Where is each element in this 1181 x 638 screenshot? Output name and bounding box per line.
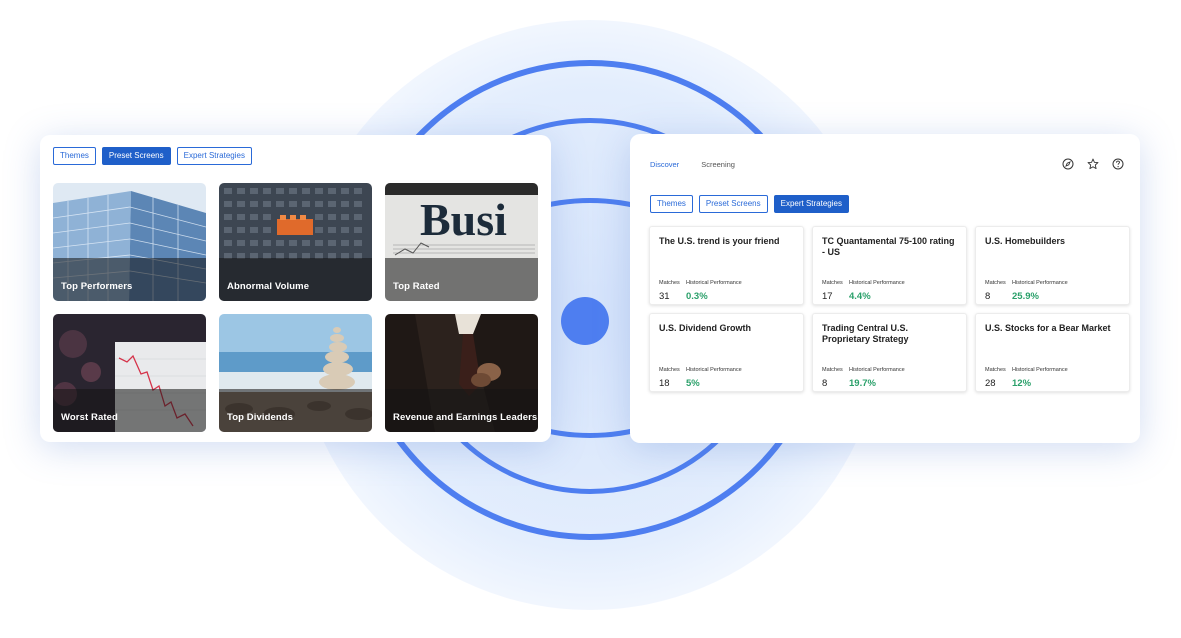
strategy-card[interactable]: The U.S. trend is your friend Matches Hi… bbox=[649, 226, 804, 305]
performance-value: 4.4% bbox=[849, 291, 871, 302]
tile-label: Top Performers bbox=[61, 281, 133, 292]
preset-tabs: Themes Preset Screens Expert Strategies bbox=[53, 147, 252, 165]
matches-label: Matches bbox=[659, 367, 680, 373]
tab-expert-strategies[interactable]: Expert Strategies bbox=[773, 195, 849, 213]
strategy-title: U.S. Dividend Growth bbox=[659, 323, 752, 333]
star-icon[interactable] bbox=[1087, 158, 1099, 170]
expert-tabs: Themes Preset Screens Expert Strategies bbox=[650, 195, 849, 213]
tab-expert-strategies[interactable]: Expert Strategies bbox=[176, 147, 252, 165]
performance-value: 5% bbox=[686, 378, 700, 389]
matches-value: 18 bbox=[659, 378, 670, 389]
matches-value: 17 bbox=[822, 291, 833, 302]
svg-text:Busi: Busi bbox=[420, 194, 507, 245]
performance-label: Historical Performance bbox=[686, 367, 742, 373]
tile-revenue-earnings-leaders[interactable]: Revenue and Earnings Leaders bbox=[385, 314, 538, 432]
tile-label: Top Dividends bbox=[227, 412, 294, 423]
strategy-card[interactable]: U.S. Dividend Growth Matches Historical … bbox=[649, 313, 804, 392]
help-icon[interactable] bbox=[1112, 158, 1124, 170]
strategy-title: Trading Central U.S. Proprietary Strateg… bbox=[822, 323, 909, 344]
performance-label: Historical Performance bbox=[849, 280, 905, 286]
matches-label: Matches bbox=[659, 280, 680, 286]
strategy-title: The U.S. trend is your friend bbox=[659, 236, 780, 246]
compass-icon[interactable] bbox=[1062, 158, 1074, 170]
matches-value: 28 bbox=[985, 378, 996, 389]
strategy-title: U.S. Stocks for a Bear Market bbox=[985, 323, 1111, 333]
tile-label: Revenue and Earnings Leaders bbox=[393, 412, 538, 423]
tile-worst-rated[interactable]: Worst Rated bbox=[53, 314, 206, 432]
tab-themes[interactable]: Themes bbox=[650, 195, 693, 213]
strategy-card[interactable]: Trading Central U.S. Proprietary Strateg… bbox=[812, 313, 967, 392]
matches-label: Matches bbox=[985, 280, 1006, 286]
strategy-card-grid: The U.S. trend is your friend Matches Hi… bbox=[649, 226, 1130, 392]
expert-strategies-panel: Discover Screening Themes Preset Screens… bbox=[630, 134, 1140, 443]
matches-value: 8 bbox=[822, 378, 828, 389]
tile-label: Abnormal Volume bbox=[227, 281, 310, 292]
tile-top-rated[interactable]: Busi Top Rated bbox=[385, 183, 538, 301]
toolbar-icons bbox=[1062, 158, 1124, 170]
performance-value: 25.9% bbox=[1012, 291, 1039, 302]
tile-label: Worst Rated bbox=[61, 412, 118, 423]
strategy-card[interactable]: U.S. Stocks for a Bear Market Matches Hi… bbox=[975, 313, 1130, 392]
performance-label: Historical Performance bbox=[686, 280, 742, 286]
strategy-card[interactable]: TC Quantamental 75-100 rating - US Match… bbox=[812, 226, 967, 305]
matches-label: Matches bbox=[822, 280, 843, 286]
performance-value: 0.3% bbox=[686, 291, 708, 302]
strategy-title: U.S. Homebuilders bbox=[985, 236, 1066, 246]
nav-screening[interactable]: Screening bbox=[701, 160, 735, 169]
performance-value: 12% bbox=[1012, 378, 1032, 389]
tab-preset-screens[interactable]: Preset Screens bbox=[698, 195, 768, 213]
performance-label: Historical Performance bbox=[1012, 280, 1068, 286]
performance-label: Historical Performance bbox=[849, 367, 905, 373]
tile-abnormal-volume[interactable]: Abnormal Volume bbox=[219, 183, 372, 301]
strategy-title: TC Quantamental 75-100 rating - US bbox=[822, 236, 955, 257]
performance-label: Historical Performance bbox=[1012, 367, 1068, 373]
top-nav: Discover Screening bbox=[650, 160, 735, 169]
matches-value: 31 bbox=[659, 291, 670, 302]
matches-value: 8 bbox=[985, 291, 991, 302]
strategy-card[interactable]: U.S. Homebuilders Matches Historical Per… bbox=[975, 226, 1130, 305]
tile-top-dividends[interactable]: Top Dividends bbox=[219, 314, 372, 432]
tile-top-performers[interactable]: Top Performers bbox=[53, 183, 206, 301]
tile-label: Top Rated bbox=[393, 281, 440, 292]
matches-label: Matches bbox=[822, 367, 843, 373]
tab-themes[interactable]: Themes bbox=[53, 147, 96, 165]
matches-label: Matches bbox=[985, 367, 1006, 373]
preset-screens-panel: Themes Preset Screens Expert Strategies bbox=[40, 135, 551, 442]
preset-tile-grid: Top Performers Abnormal Volume Busi Top … bbox=[53, 183, 538, 432]
performance-value: 19.7% bbox=[849, 378, 876, 389]
center-dot bbox=[561, 297, 609, 345]
nav-discover[interactable]: Discover bbox=[650, 160, 679, 169]
tab-preset-screens[interactable]: Preset Screens bbox=[101, 147, 171, 165]
